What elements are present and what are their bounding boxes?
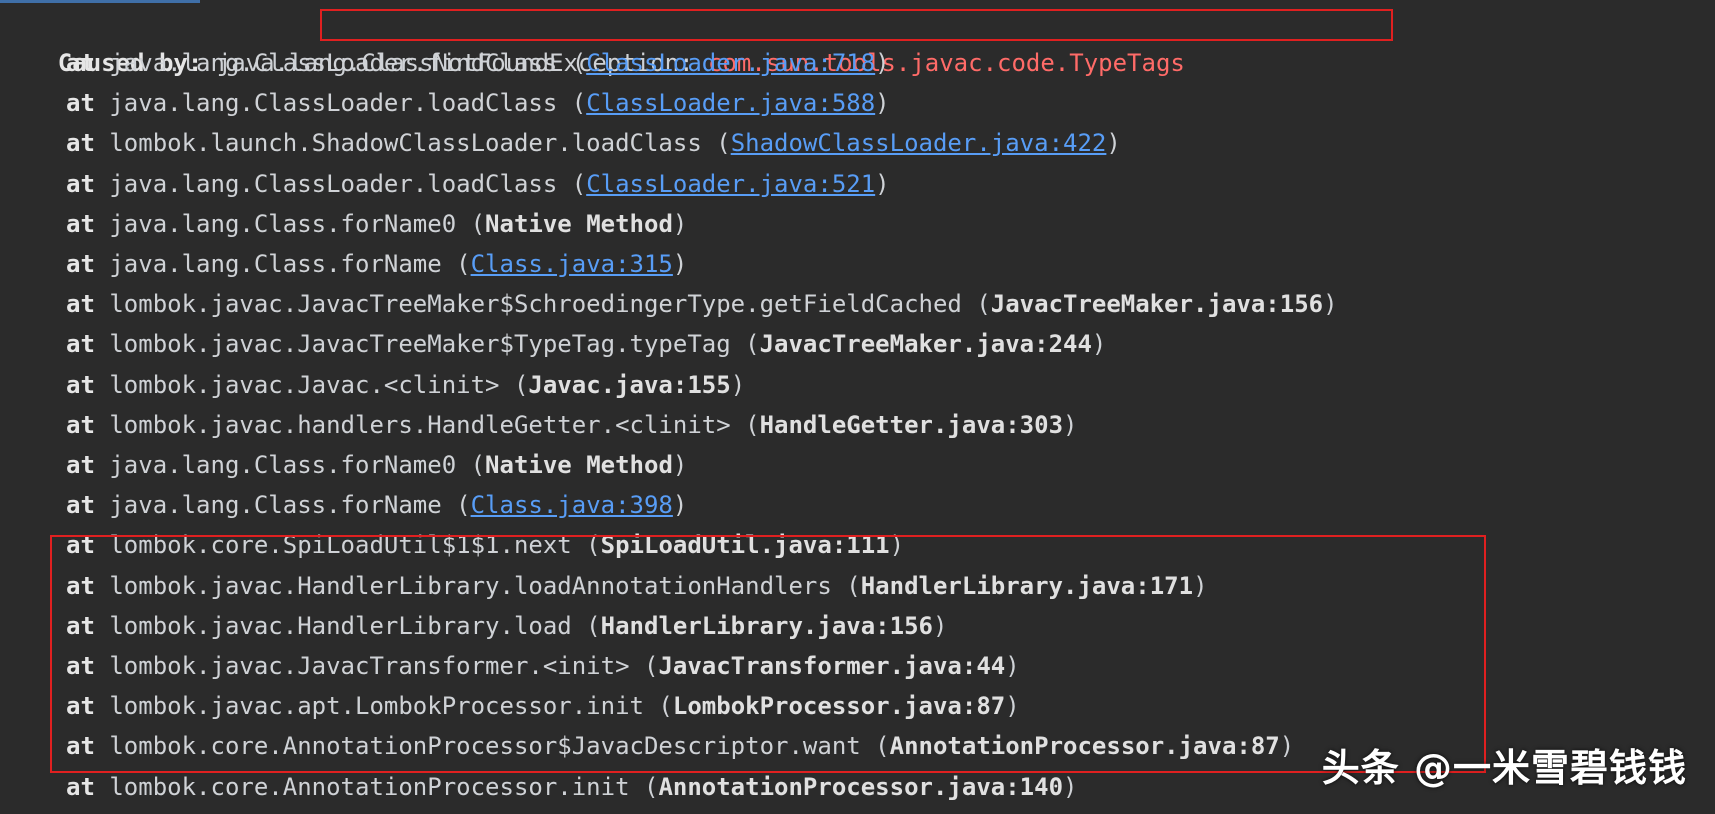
stack-frame: at lombok.javac.handlers.HandleGetter.<c… — [0, 405, 1077, 445]
frame-at-keyword: at — [66, 772, 95, 801]
frame-at-keyword: at — [66, 129, 95, 158]
frame-at-keyword: at — [66, 451, 95, 479]
frame-method: lombok.core.AnnotationProcessor.init ( — [109, 772, 659, 801]
frame-close-paren: ) — [875, 49, 890, 77]
frame-close-paren: ) — [1063, 772, 1078, 801]
frame-at-keyword: at — [66, 250, 95, 278]
frame-at-keyword: at — [66, 169, 95, 198]
frame-close-paren: ) — [672, 491, 688, 520]
frame-close-paren: ) — [1063, 410, 1078, 439]
console-output: Caused by: java.lang.ClassNotFoundExcept… — [0, 0, 1715, 814]
stack-frame: at lombok.javac.JavacTreeMaker$TypeTag.t… — [0, 324, 1106, 364]
watermark: 头条 @一米雪碧钱钱 — [1321, 746, 1687, 790]
frame-close-paren: ) — [1323, 290, 1338, 319]
frame-at-keyword: at — [66, 370, 95, 399]
frame-source-link[interactable]: ShadowClassLoader.java:422 — [731, 129, 1107, 157]
frame-source-link[interactable]: ClassLoader.java:521 — [586, 170, 875, 198]
frame-method: lombok.javac.JavacTreeMaker$TypeTag.type… — [109, 330, 760, 359]
stack-frame: at java.lang.ClassLoader.loadClass (Clas… — [0, 164, 890, 204]
frame-method: java.lang.ClassLoader.loadClass ( — [109, 89, 587, 118]
frame-at-keyword: at — [66, 491, 95, 520]
frame-method: java.lang.Class.forName ( — [109, 491, 471, 520]
frame-at-keyword: at — [66, 410, 95, 439]
frame-method: java.lang.Class.forName0 ( — [109, 209, 486, 238]
frame-method: lombok.javac.handlers.HandleGetter.<clin… — [109, 410, 760, 439]
stack-frame: at lombok.launch.ShadowClassLoader.loadC… — [0, 123, 1121, 163]
frame-close-paren: ) — [1091, 330, 1107, 359]
frame-source: JavacTreeMaker.java:156 — [990, 290, 1324, 319]
highlight-box-exception — [320, 9, 1393, 41]
frame-source: Native Method — [485, 451, 673, 479]
frame-close-paren: ) — [672, 209, 688, 238]
frame-at-keyword: at — [66, 49, 95, 77]
stack-frame: at java.lang.Class.forName0 (Native Meth… — [0, 445, 687, 485]
frame-source: Javac.java:155 — [528, 370, 731, 399]
frame-method: java.lang.ClassLoader.loadClass ( — [109, 169, 587, 198]
frame-method: lombok.javac.Javac.<clinit> ( — [109, 370, 529, 399]
frame-close-paren: ) — [672, 451, 688, 479]
frame-method: java.lang.ClassLoader.findClass ( — [109, 49, 587, 77]
frame-close-paren: ) — [672, 250, 688, 278]
frame-at-keyword: at — [66, 89, 95, 118]
highlight-box-lombok-frames — [50, 535, 1486, 773]
frame-at-keyword: at — [66, 290, 95, 319]
frame-method: lombok.javac.JavacTreeMaker$Schroedinger… — [109, 290, 991, 319]
frame-at-keyword: at — [66, 330, 95, 359]
frame-close-paren: ) — [875, 89, 890, 118]
stack-frame: at java.lang.Class.forName (Class.java:3… — [0, 485, 687, 525]
stack-frame: at java.lang.Class.forName0 (Native Meth… — [0, 204, 687, 244]
frame-source-link[interactable]: Class.java:315 — [471, 250, 673, 278]
frame-source-link[interactable]: ClassLoader.java:718 — [586, 49, 875, 77]
frame-close-paren: ) — [875, 169, 890, 198]
stack-frame: at java.lang.Class.forName (Class.java:3… — [0, 244, 687, 284]
frame-close-paren: ) — [1106, 129, 1121, 158]
frame-source: HandleGetter.java:303 — [759, 410, 1064, 439]
frame-at-keyword: at — [66, 209, 95, 238]
frame-method: java.lang.Class.forName0 ( — [109, 451, 486, 479]
stack-frame: at java.lang.ClassLoader.findClass (Clas… — [0, 43, 890, 83]
stack-frame: at lombok.javac.Javac.<clinit> (Javac.ja… — [0, 365, 745, 405]
stack-frame: at java.lang.ClassLoader.loadClass (Clas… — [0, 83, 890, 123]
frame-method: java.lang.Class.forName ( — [109, 250, 471, 278]
frame-close-paren: ) — [730, 370, 746, 399]
frame-source: JavacTreeMaker.java:244 — [759, 330, 1092, 359]
frame-method: lombok.launch.ShadowClassLoader.loadClas… — [109, 129, 731, 158]
frame-source-link[interactable]: ClassLoader.java:588 — [586, 89, 875, 117]
stack-frame: at lombok.javac.JavacTreeMaker$Schroedin… — [0, 284, 1338, 324]
frame-source: Native Method — [485, 209, 673, 238]
frame-source: AnnotationProcessor.java:140 — [658, 772, 1064, 801]
frame-source-link[interactable]: Class.java:398 — [471, 491, 673, 519]
